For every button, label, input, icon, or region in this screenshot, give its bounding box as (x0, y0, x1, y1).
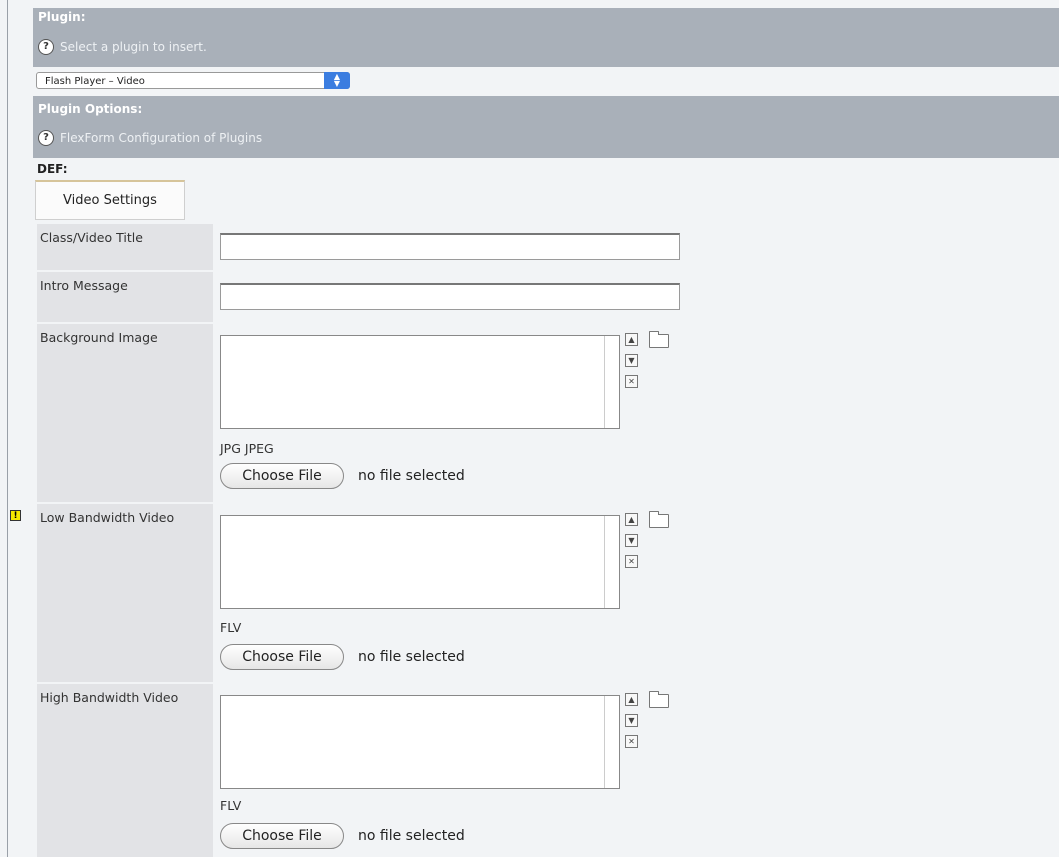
move-down-icon[interactable]: ▼ (625, 354, 638, 367)
list-scrollbar[interactable] (604, 336, 605, 428)
file-status: no file selected (358, 828, 465, 844)
plugin-select[interactable]: Flash Player – Video ▲ ▼ (36, 72, 350, 89)
plugin-help: ? Select a plugin to insert. (38, 39, 207, 55)
plugin-options-help-text: FlexForm Configuration of Plugins (60, 131, 263, 145)
choose-file-button[interactable]: Choose File (220, 644, 344, 670)
field-label: Class/Video Title (40, 230, 143, 245)
background-image-list[interactable] (220, 335, 620, 429)
plugin-help-text: Select a plugin to insert. (60, 40, 207, 54)
help-icon[interactable]: ? (38, 39, 54, 55)
warning-icon: ! (10, 510, 21, 521)
select-arrows-icon[interactable]: ▲ ▼ (324, 72, 350, 89)
label-column: Class/Video Title Intro Message Backgrou… (37, 222, 213, 857)
label-cell: Class/Video Title (37, 222, 213, 270)
help-icon[interactable]: ? (38, 130, 54, 146)
plugin-select-value: Flash Player – Video (45, 76, 145, 87)
list-scrollbar[interactable] (604, 516, 605, 608)
remove-icon[interactable]: ✕ (625, 555, 638, 568)
move-down-icon[interactable]: ▼ (625, 714, 638, 727)
plugin-options-title: Plugin Options: (38, 102, 143, 116)
choose-file-button[interactable]: Choose File (220, 463, 344, 489)
list-scrollbar[interactable] (604, 696, 605, 788)
field-label: Intro Message (40, 278, 128, 293)
plugin-title: Plugin: (38, 10, 86, 24)
folder-icon[interactable] (649, 331, 669, 348)
plugin-header: Plugin: ? Select a plugin to insert. (33, 8, 1059, 67)
allowed-types: FLV (220, 798, 242, 813)
move-up-icon[interactable]: ▲ (625, 693, 638, 706)
file-status: no file selected (358, 468, 465, 484)
remove-icon[interactable]: ✕ (625, 375, 638, 388)
file-status: no file selected (358, 649, 465, 665)
label-cell: Background Image (37, 322, 213, 502)
allowed-types: FLV (220, 620, 242, 635)
plugin-options-help: ? FlexForm Configuration of Plugins (38, 130, 262, 146)
folder-icon[interactable] (649, 691, 669, 708)
label-cell: Low Bandwidth Video (37, 502, 213, 682)
choose-file-button[interactable]: Choose File (220, 823, 344, 849)
label-cell: High Bandwidth Video (37, 682, 213, 857)
allowed-types: JPG JPEG (220, 441, 274, 456)
plugin-select-row: Flash Player – Video ▲ ▼ (33, 67, 1059, 96)
move-up-icon[interactable]: ▲ (625, 513, 638, 526)
move-up-icon[interactable]: ▲ (625, 333, 638, 346)
label-cell: Intro Message (37, 270, 213, 322)
left-border (7, 0, 8, 857)
intro-message-input[interactable] (220, 283, 680, 310)
field-label: High Bandwidth Video (40, 690, 179, 705)
video-title-input[interactable] (220, 233, 680, 260)
tab-video-settings[interactable]: Video Settings (35, 180, 185, 220)
field-label: Background Image (40, 330, 158, 345)
low-bandwidth-video-list[interactable] (220, 515, 620, 609)
folder-icon[interactable] (649, 511, 669, 528)
move-down-icon[interactable]: ▼ (625, 534, 638, 547)
def-label: DEF: (37, 162, 68, 176)
remove-icon[interactable]: ✕ (625, 735, 638, 748)
high-bandwidth-video-list[interactable] (220, 695, 620, 789)
field-label: Low Bandwidth Video (40, 510, 175, 525)
plugin-options-header: Plugin Options: ? FlexForm Configuration… (33, 96, 1059, 158)
